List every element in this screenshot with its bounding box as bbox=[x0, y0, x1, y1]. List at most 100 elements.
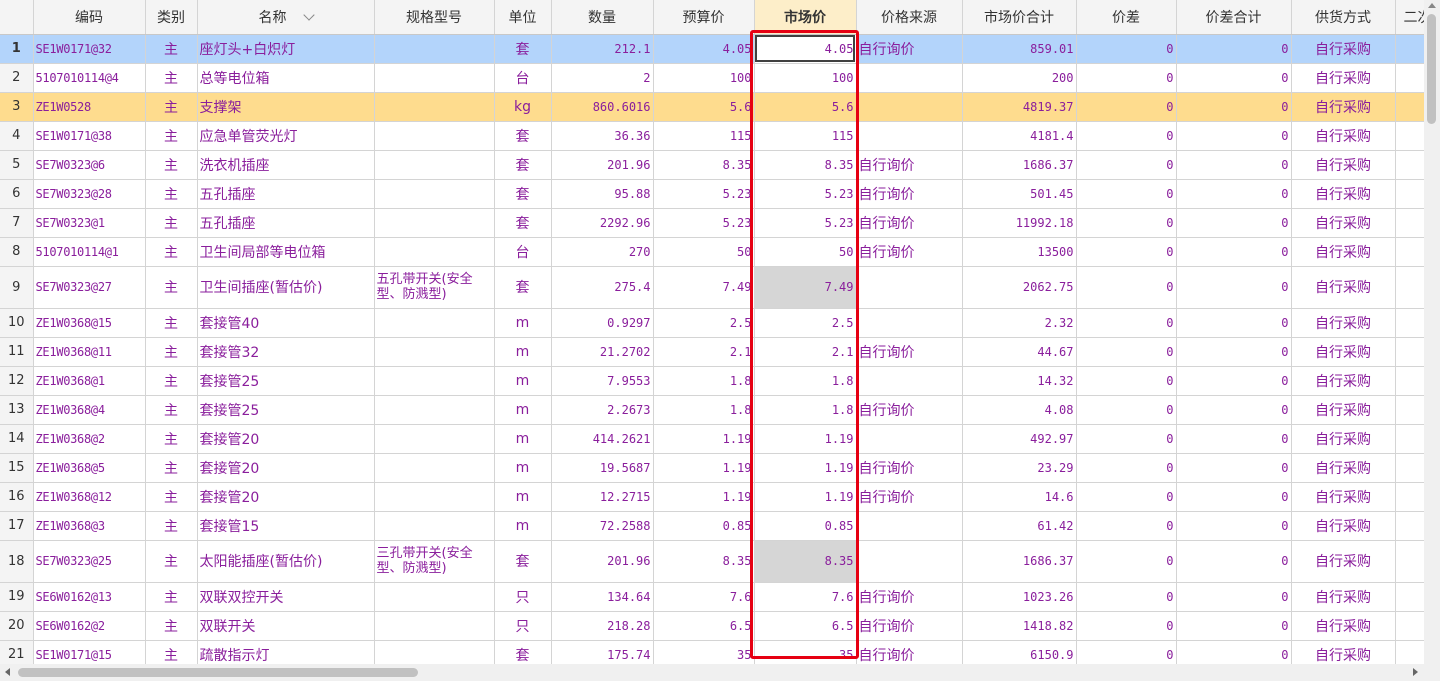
type-cell[interactable]: 主 bbox=[145, 34, 198, 64]
price-source-cell[interactable]: 自行询价 bbox=[856, 208, 963, 238]
type-cell[interactable]: 主 bbox=[145, 92, 198, 122]
budget-cell[interactable]: 1.19 bbox=[653, 424, 755, 454]
spec-cell[interactable] bbox=[374, 92, 495, 122]
col-header-diff[interactable]: 价差 bbox=[1076, 0, 1177, 35]
price-source-cell[interactable]: 自行询价 bbox=[856, 482, 963, 512]
name-cell[interactable]: 套接管20 bbox=[197, 453, 375, 483]
budget-cell[interactable]: 1.19 bbox=[653, 482, 755, 512]
unit-cell[interactable]: m bbox=[494, 395, 552, 425]
budget-cell[interactable]: 5.23 bbox=[653, 208, 755, 238]
price-source-cell[interactable]: 自行询价 bbox=[856, 150, 963, 180]
budget-cell[interactable]: 1.8 bbox=[653, 395, 755, 425]
diff-total-cell[interactable]: 0 bbox=[1176, 453, 1292, 483]
row-number[interactable]: 12 bbox=[0, 366, 34, 396]
market-price-cell[interactable]: 2.5 bbox=[754, 308, 857, 338]
unit-cell[interactable]: 只 bbox=[494, 582, 552, 612]
spec-cell[interactable] bbox=[374, 582, 495, 612]
spec-cell[interactable] bbox=[374, 424, 495, 454]
row-number[interactable]: 9 bbox=[0, 266, 34, 309]
unit-cell[interactable]: m bbox=[494, 308, 552, 338]
diff-cell[interactable]: 0 bbox=[1076, 611, 1177, 641]
qty-cell[interactable]: 218.28 bbox=[551, 611, 654, 641]
supply-cell[interactable]: 自行采购 bbox=[1291, 92, 1396, 122]
name-cell[interactable]: 支撑架 bbox=[197, 92, 375, 122]
unit-cell[interactable]: 套 bbox=[494, 208, 552, 238]
code-cell[interactable]: ZE1W0368@12 bbox=[33, 482, 146, 512]
row-number[interactable]: 10 bbox=[0, 308, 34, 338]
row-number[interactable]: 11 bbox=[0, 337, 34, 367]
code-cell[interactable]: ZE1W0368@11 bbox=[33, 337, 146, 367]
qty-cell[interactable]: 270 bbox=[551, 237, 654, 267]
diff-cell[interactable]: 0 bbox=[1076, 266, 1177, 309]
row-number[interactable]: 13 bbox=[0, 395, 34, 425]
code-cell[interactable]: 5107010114@4 bbox=[33, 63, 146, 93]
name-cell[interactable]: 卫生间插座(暂估价) bbox=[197, 266, 375, 309]
price-source-cell[interactable]: 自行询价 bbox=[856, 179, 963, 209]
diff-total-cell[interactable]: 0 bbox=[1176, 179, 1292, 209]
row-number[interactable]: 17 bbox=[0, 511, 34, 541]
qty-cell[interactable]: 19.5687 bbox=[551, 453, 654, 483]
diff-total-cell[interactable]: 0 bbox=[1176, 540, 1292, 583]
qty-cell[interactable]: 0.9297 bbox=[551, 308, 654, 338]
diff-cell[interactable]: 0 bbox=[1076, 237, 1177, 267]
spec-cell[interactable] bbox=[374, 121, 495, 151]
name-cell[interactable]: 套接管25 bbox=[197, 366, 375, 396]
unit-cell[interactable]: 台 bbox=[494, 63, 552, 93]
diff-cell[interactable]: 0 bbox=[1076, 395, 1177, 425]
diff-cell[interactable]: 0 bbox=[1076, 337, 1177, 367]
code-cell[interactable]: SE1W0171@15 bbox=[33, 640, 146, 664]
type-cell[interactable]: 主 bbox=[145, 308, 198, 338]
diff-total-cell[interactable]: 0 bbox=[1176, 92, 1292, 122]
qty-cell[interactable]: 414.2621 bbox=[551, 424, 654, 454]
spec-cell[interactable] bbox=[374, 511, 495, 541]
market-price-cell[interactable]: 5.23 bbox=[754, 208, 857, 238]
row-number[interactable]: 1 bbox=[0, 34, 34, 64]
unit-cell[interactable]: 套 bbox=[494, 34, 552, 64]
row-number[interactable]: 16 bbox=[0, 482, 34, 512]
market-total-cell[interactable]: 492.97 bbox=[962, 424, 1077, 454]
spec-cell[interactable] bbox=[374, 237, 495, 267]
diff-cell[interactable]: 0 bbox=[1076, 92, 1177, 122]
spec-cell[interactable] bbox=[374, 611, 495, 641]
diff-total-cell[interactable]: 0 bbox=[1176, 482, 1292, 512]
supply-cell[interactable]: 自行采购 bbox=[1291, 424, 1396, 454]
code-cell[interactable]: SE7W0323@28 bbox=[33, 179, 146, 209]
diff-total-cell[interactable]: 0 bbox=[1176, 121, 1292, 151]
diff-total-cell[interactable]: 0 bbox=[1176, 150, 1292, 180]
vertical-scroll-thumb[interactable] bbox=[1427, 14, 1436, 124]
budget-cell[interactable]: 50 bbox=[653, 237, 755, 267]
unit-cell[interactable]: m bbox=[494, 424, 552, 454]
supply-cell[interactable]: 自行采购 bbox=[1291, 121, 1396, 151]
spec-cell[interactable] bbox=[374, 179, 495, 209]
supply-cell[interactable]: 自行采购 bbox=[1291, 453, 1396, 483]
budget-cell[interactable]: 35 bbox=[653, 640, 755, 664]
table-row[interactable]: 20 SE6W0162@2 主双联开关只 218.28 6.5 6.5 自行询价 1418.8… bbox=[0, 611, 1424, 641]
spec-cell[interactable] bbox=[374, 482, 495, 512]
name-cell[interactable]: 双联开关 bbox=[197, 611, 375, 641]
type-cell[interactable]: 主 bbox=[145, 453, 198, 483]
budget-cell[interactable]: 5.23 bbox=[653, 179, 755, 209]
qty-cell[interactable]: 7.9553 bbox=[551, 366, 654, 396]
scroll-right-icon[interactable] bbox=[1413, 668, 1418, 676]
diff-cell[interactable]: 0 bbox=[1076, 34, 1177, 64]
col-header-secondary[interactable]: 二次 bbox=[1395, 0, 1424, 35]
spec-cell[interactable] bbox=[374, 366, 495, 396]
qty-cell[interactable]: 21.2702 bbox=[551, 337, 654, 367]
qty-cell[interactable]: 72.2588 bbox=[551, 511, 654, 541]
market-price-cell[interactable]: 5.6 bbox=[754, 92, 857, 122]
qty-cell[interactable]: 134.64 bbox=[551, 582, 654, 612]
price-source-cell[interactable] bbox=[856, 540, 963, 583]
row-number[interactable]: 4 bbox=[0, 121, 34, 151]
qty-cell[interactable]: 860.6016 bbox=[551, 92, 654, 122]
code-cell[interactable]: SE6W0162@13 bbox=[33, 582, 146, 612]
market-price-cell[interactable]: 6.5 bbox=[754, 611, 857, 641]
market-total-cell[interactable]: 2062.75 bbox=[962, 266, 1077, 309]
qty-cell[interactable]: 36.36 bbox=[551, 121, 654, 151]
row-number[interactable]: 15 bbox=[0, 453, 34, 483]
col-header-diff-total[interactable]: 价差合计 bbox=[1176, 0, 1292, 35]
market-price-cell[interactable]: 2.1 bbox=[754, 337, 857, 367]
unit-cell[interactable]: 套 bbox=[494, 150, 552, 180]
budget-cell[interactable]: 1.19 bbox=[653, 453, 755, 483]
type-cell[interactable]: 主 bbox=[145, 150, 198, 180]
budget-cell[interactable]: 6.5 bbox=[653, 611, 755, 641]
